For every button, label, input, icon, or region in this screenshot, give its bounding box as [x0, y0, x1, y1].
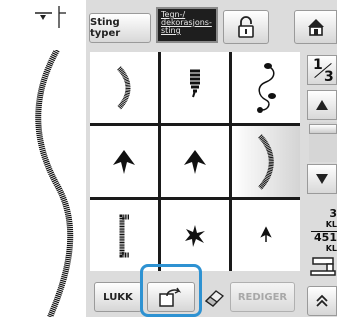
sewing-machine-icon	[310, 257, 336, 276]
triangle-up-icon	[316, 100, 328, 110]
stitch-cell[interactable]	[90, 200, 158, 271]
eraser-icon	[204, 290, 225, 307]
wavy-satin-stitch-preview	[35, 50, 74, 317]
satin-scallop-right-large-stitch-icon	[258, 133, 274, 190]
swirl-leaf-stitch-icon	[257, 62, 276, 113]
lock-button[interactable]	[223, 10, 269, 44]
stitch-cell[interactable]	[90, 52, 158, 123]
home-icon	[307, 19, 324, 36]
page-indicator-button[interactable]: 1 3	[307, 55, 337, 85]
readout-value-2: 451	[314, 231, 337, 244]
satin-scallop-right-stitch-icon	[117, 65, 131, 110]
erase-button[interactable]	[200, 282, 228, 312]
stitch-cell[interactable]	[161, 200, 229, 271]
memory-pocket-icon	[159, 287, 182, 307]
stitch-cell[interactable]	[232, 52, 300, 123]
scroll-up-button[interactable]	[307, 90, 337, 120]
scrollbar-thumb[interactable]	[309, 124, 337, 134]
decorative-stitch-button[interactable]: Tegn-/ dekorasjons- sting	[156, 7, 218, 43]
sewing-screen: Sting typer Tegn-/ dekorasjons- sting 1 …	[0, 0, 337, 317]
readout-unit-2: KL	[325, 244, 337, 253]
leaf-up-stitch-icon	[113, 149, 135, 174]
stitch-preview-area	[0, 0, 86, 317]
star-stitch-icon	[185, 224, 205, 247]
readout-unit-1: KL	[325, 220, 337, 229]
lock-icon	[238, 16, 254, 38]
page-total: 3	[324, 69, 334, 85]
stitch-cell[interactable]	[161, 126, 229, 197]
scroll-down-button[interactable]	[307, 164, 337, 194]
memory-button[interactable]	[147, 282, 195, 312]
satin-block-stitch-icon	[190, 69, 200, 97]
home-button[interactable]	[294, 10, 337, 44]
stitch-grid	[90, 52, 300, 271]
readout-value-1: 3	[329, 207, 337, 220]
stitch-cell[interactable]	[90, 126, 158, 197]
triangle-down-icon	[316, 174, 328, 184]
expand-button[interactable]	[307, 286, 337, 316]
stitch-cell[interactable]	[232, 200, 300, 271]
close-button[interactable]: LUKK	[94, 282, 142, 312]
small-leaf-stitch-icon	[260, 225, 272, 242]
stitch-cell-selected[interactable]	[232, 126, 300, 197]
bracket-left-stitch-icon	[119, 214, 129, 257]
edit-button[interactable]: REDIGER	[230, 282, 295, 312]
leaf-up-stitch-icon	[184, 149, 206, 174]
stitch-types-button[interactable]: Sting typer	[89, 13, 151, 43]
stitch-cell[interactable]	[161, 52, 229, 123]
stitch-count-readout: 3 KL 451 KL	[311, 208, 337, 254]
double-chevron-up-icon	[316, 294, 328, 307]
needle-position-icon	[35, 6, 66, 28]
